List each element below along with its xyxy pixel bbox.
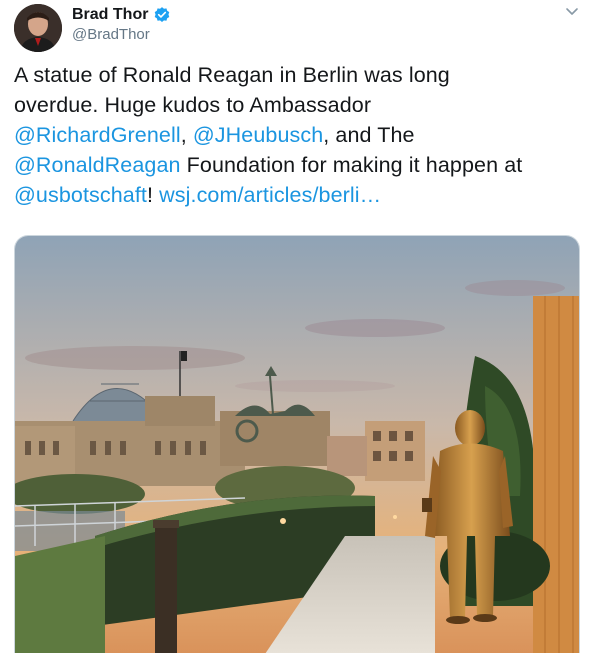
author-avatar[interactable]	[14, 4, 62, 52]
tweet-card: Brad Thor @BradThor A statue of Ronald R…	[0, 0, 596, 653]
tweet-text-line: @usbotschaft! wsj.com/articles/berli…	[14, 180, 584, 210]
photo-reagan-statue-berlin	[15, 236, 579, 653]
avatar-photo	[14, 4, 62, 52]
tweet-text-line: A statue of Ronald Reagan in Berlin was …	[14, 60, 584, 90]
mention-link[interactable]: @JHeubusch	[193, 123, 323, 147]
author-name-row: Brad Thor	[72, 6, 171, 24]
tweet-text-line: @RichardGrenell, @JHeubusch, and The	[14, 120, 584, 150]
tweet-media-photo[interactable]	[14, 235, 580, 653]
tweet-text: A statue of Ronald Reagan in Berlin was …	[14, 60, 584, 210]
tweet-text-segment: ,	[180, 123, 193, 147]
author-display-name[interactable]: Brad Thor	[72, 6, 148, 24]
verified-badge-icon	[153, 6, 171, 24]
tweet-text-segment: !	[146, 183, 160, 207]
tweet-text-segment: overdue. Huge kudos to Ambassador	[14, 93, 372, 117]
mention-link[interactable]: @RonaldReagan	[14, 153, 181, 177]
chevron-down-icon[interactable]	[562, 4, 582, 20]
tweet-text-segment: , and The	[323, 123, 415, 147]
mention-link[interactable]: @RichardGrenell	[14, 123, 181, 147]
author-handle[interactable]: @BradThor	[72, 26, 150, 43]
tweet-text-segment: A statue of Ronald Reagan in Berlin was …	[14, 63, 450, 87]
tweet-text-line: @RonaldReagan Foundation for making it h…	[14, 150, 584, 180]
tweet-text-line: overdue. Huge kudos to Ambassador	[14, 90, 584, 120]
tweet-text-segment: Foundation for making it happen at	[180, 153, 523, 177]
article-url-link[interactable]: wsj.com/articles/berli…	[159, 183, 381, 207]
mention-link[interactable]: @usbotschaft	[14, 183, 147, 207]
